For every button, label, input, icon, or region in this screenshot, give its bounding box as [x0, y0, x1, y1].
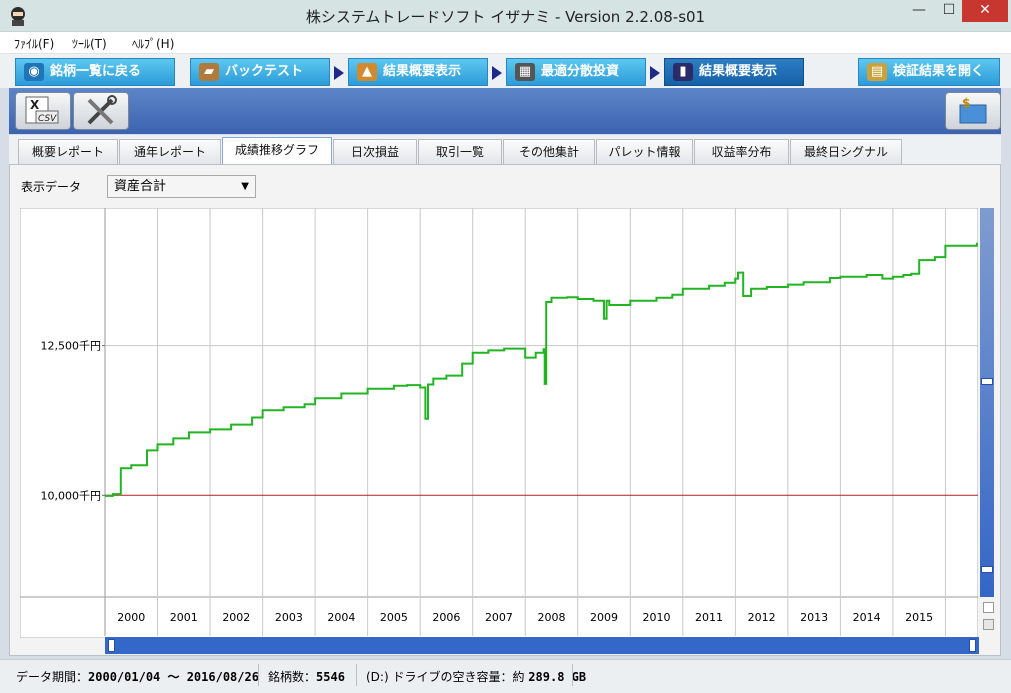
- x-tick-label: 2011: [695, 611, 723, 624]
- x-tick-label: 2001: [170, 611, 198, 624]
- horizontal-scroll-thumb-left[interactable]: [108, 639, 115, 652]
- tab-performance-graph[interactable]: 成績推移グラフ: [222, 137, 332, 165]
- x-tick-label: 2002: [222, 611, 250, 624]
- minimize-button[interactable]: —: [904, 0, 934, 22]
- main-navigation: ◉ 銘柄一覧に戻る ▰ バックテスト ▲ 結果概要表示 ▦ 最適分散投資 ▮ 結…: [0, 54, 1011, 88]
- horizontal-scroll-thumb-right[interactable]: [969, 639, 976, 652]
- x-tick-label: 2004: [327, 611, 355, 624]
- x-tick-label: 2003: [275, 611, 303, 624]
- tab-return-distribution[interactable]: 収益率分布: [694, 139, 789, 164]
- data-period: データ期間：2000/01/04 ～ 2016/08/26: [16, 668, 259, 685]
- tools-icon: [87, 95, 117, 125]
- nav-result-summary-active[interactable]: ▮ 結果概要表示: [664, 58, 804, 86]
- hand-chart-icon: ▲: [357, 63, 377, 81]
- nav-label: 結果概要表示: [699, 64, 778, 79]
- nav-open-results[interactable]: ▤ 検証結果を開く: [858, 58, 1000, 86]
- y-tick-label: 10,000千円: [41, 489, 102, 502]
- calculator-icon: ▦: [515, 63, 535, 81]
- x-tick-label: 2015: [905, 611, 933, 624]
- menu-help[interactable]: ﾍﾙﾌﾟ(H): [132, 35, 174, 52]
- drive-space-label: (D:) ドライブの空き容量：約: [366, 670, 525, 684]
- display-data-label: 表示データ: [21, 180, 82, 194]
- arrow-icon: [492, 66, 502, 80]
- nav-label: 結果概要表示: [383, 64, 462, 79]
- tab-last-day-signal[interactable]: 最終日シグナル: [790, 139, 902, 164]
- eye-icon: ◉: [24, 63, 44, 81]
- vertical-scroll-thumb-bottom[interactable]: [981, 566, 993, 573]
- nav-label: 最適分散投資: [541, 64, 620, 79]
- x-tick-label: 2009: [590, 611, 618, 624]
- svg-text:X: X: [30, 98, 40, 112]
- window-title: 株システムトレードソフト イザナミ - Version 2.2.08-s01: [305, 8, 706, 26]
- y-tick-label: 12,500千円: [41, 340, 102, 353]
- x-tick-label: 2010: [643, 611, 671, 624]
- menu-file[interactable]: ﾌｧｲﾙ(F): [14, 35, 54, 52]
- x-tick-label: 2013: [800, 611, 828, 624]
- drive-space: (D:) ドライブの空き容量：約 289.8 GB: [366, 668, 586, 685]
- x-tick-label: 2012: [748, 611, 776, 624]
- export-csv-button[interactable]: X CSV: [15, 92, 71, 130]
- close-button[interactable]: ✕: [962, 0, 1008, 22]
- nav-optimal-diversification[interactable]: ▦ 最適分散投資: [506, 58, 646, 86]
- status-separator: [258, 664, 259, 686]
- vertical-scrollbar[interactable]: [980, 208, 994, 597]
- money-box-icon: $: [959, 96, 987, 124]
- stock-count-label: 銘柄数：: [268, 670, 317, 684]
- tab-other-stats[interactable]: その他集計: [503, 139, 595, 164]
- display-data-value: 資産合計: [114, 179, 167, 194]
- tab-overview-report[interactable]: 概要レポート: [18, 139, 118, 164]
- data-period-label: データ期間：: [16, 670, 89, 684]
- toolbar: X CSV $: [9, 88, 1001, 134]
- report-tabs: 概要レポート 通年レポート 成績推移グラフ 日次損益 取引一覧 その他集計 パレ…: [9, 135, 1001, 165]
- x-tick-label: 2000: [117, 611, 145, 624]
- stock-count: 銘柄数：5546: [268, 668, 345, 685]
- display-data-select[interactable]: 資産合計 ▼: [107, 175, 256, 198]
- arrow-icon: [334, 66, 344, 80]
- menu-tools[interactable]: ﾂｰﾙ(T): [72, 35, 107, 52]
- tools-button[interactable]: [73, 92, 129, 130]
- tab-annual-report[interactable]: 通年レポート: [119, 139, 221, 164]
- tab-daily-pl[interactable]: 日次損益: [333, 139, 417, 164]
- performance-chart: 2000 2001 2002 2003 2004 2005 2006 2007 2008 2009…: [20, 208, 978, 638]
- tab-trade-list[interactable]: 取引一覧: [418, 139, 502, 164]
- option-checkbox[interactable]: [983, 602, 994, 613]
- status-separator: [572, 664, 573, 686]
- nav-label: 検証結果を開く: [893, 64, 985, 79]
- csv-icon: X CSV: [25, 96, 59, 124]
- tab-palette-info[interactable]: パレット情報: [596, 139, 693, 164]
- vertical-scroll-thumb-top[interactable]: [981, 378, 993, 385]
- chart-background: [20, 208, 978, 638]
- svg-text:$: $: [962, 96, 970, 110]
- chevron-down-icon: ▼: [241, 181, 249, 192]
- bar-chart-icon: ▮: [673, 63, 693, 81]
- menu-bar: ﾌｧｲﾙ(F) ﾂｰﾙ(T) ﾍﾙﾌﾟ(H): [0, 32, 1011, 54]
- money-box-button[interactable]: $: [945, 92, 1001, 130]
- title-bar: 株システムトレードソフト イザナミ - Version 2.2.08-s01 —…: [0, 0, 1011, 32]
- nav-result-summary[interactable]: ▲ 結果概要表示: [348, 58, 488, 86]
- nav-label: 銘柄一覧に戻る: [50, 64, 142, 79]
- data-period-value: 2000/01/04 ～ 2016/08/26: [88, 670, 259, 684]
- stock-count-value: 5546: [316, 670, 345, 684]
- horizontal-scrollbar[interactable]: [105, 637, 979, 654]
- nav-label: バックテスト: [225, 64, 304, 79]
- bag-icon: ▰: [199, 63, 219, 81]
- maximize-button[interactable]: ☐: [934, 0, 964, 22]
- status-separator: [356, 664, 357, 686]
- option-checkbox-disabled: [983, 619, 994, 630]
- x-tick-label: 2005: [380, 611, 408, 624]
- nav-backtest[interactable]: ▰ バックテスト: [190, 58, 330, 86]
- nav-back-to-list[interactable]: ◉ 銘柄一覧に戻る: [15, 58, 175, 86]
- x-tick-label: 2008: [537, 611, 565, 624]
- open-folder-icon: ▤: [867, 63, 887, 81]
- x-tick-label: 2014: [853, 611, 881, 624]
- status-bar: データ期間：2000/01/04 ～ 2016/08/26 銘柄数：5546 (…: [0, 659, 1011, 693]
- x-tick-label: 2007: [485, 611, 513, 624]
- arrow-icon: [650, 66, 660, 80]
- csv-label: CSV: [38, 114, 57, 124]
- x-tick-label: 2006: [432, 611, 460, 624]
- drive-space-value: 289.8 GB: [528, 670, 587, 684]
